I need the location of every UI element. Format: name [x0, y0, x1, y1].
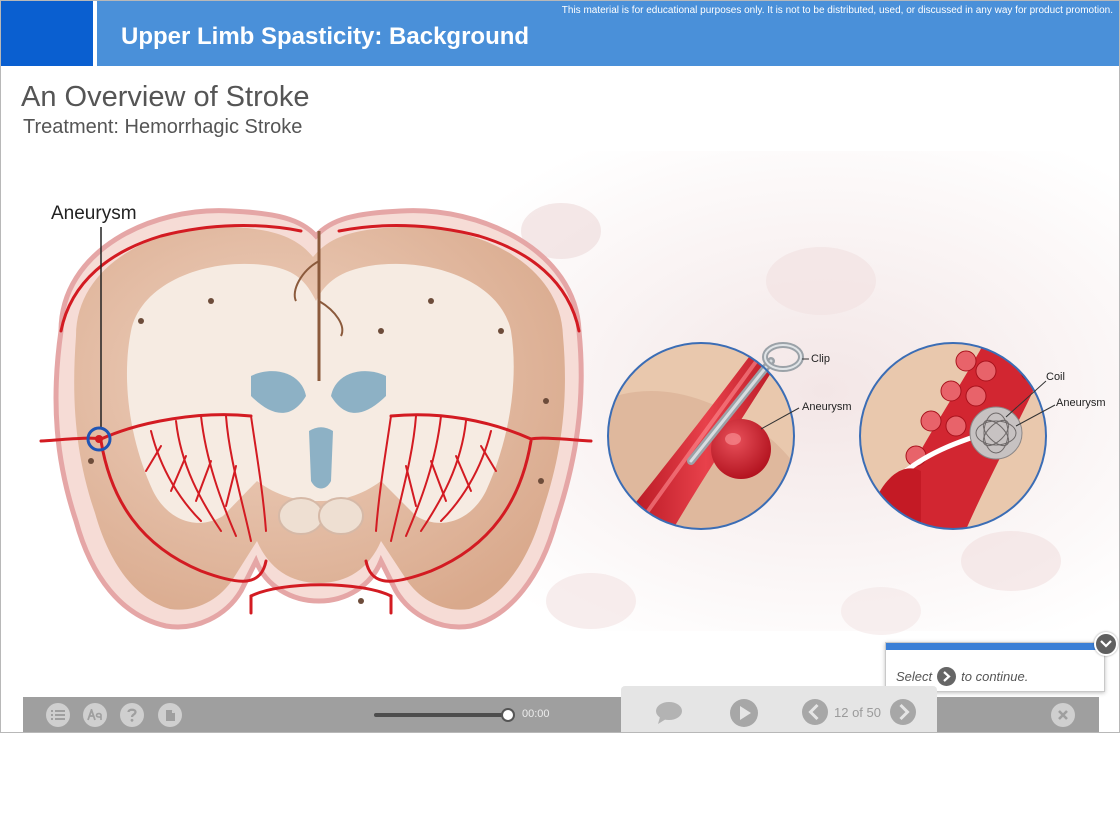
- prompt-text: Select to continue.: [896, 667, 1028, 686]
- previous-page-button[interactable]: [801, 698, 829, 726]
- progress-track[interactable]: [374, 713, 508, 717]
- player-toolbar: [23, 697, 1099, 732]
- help-icon: [127, 708, 137, 722]
- brain-aneurysm-label: Aneurysm: [51, 203, 137, 224]
- document-icon: [165, 709, 175, 721]
- clip-label: Clip: [811, 353, 830, 365]
- close-button[interactable]: [1051, 703, 1075, 727]
- stroke-illustration: [39, 151, 1119, 635]
- clip-inset-aneurysm-label: Aneurysm: [802, 401, 852, 413]
- resources-button[interactable]: [158, 703, 182, 727]
- time-label: 00:00: [522, 708, 550, 720]
- menu-button[interactable]: [46, 703, 70, 727]
- chevron-right-icon: [890, 699, 916, 725]
- chevron-down-icon: [1100, 640, 1112, 648]
- text-size-icon: [87, 709, 102, 721]
- coil-label: Coil: [1046, 371, 1065, 383]
- chevron-left-icon: [802, 699, 828, 725]
- prompt-collapse-button[interactable]: [1094, 632, 1118, 656]
- next-page-button[interactable]: [889, 698, 917, 726]
- brain-cross-section: [39, 208, 593, 630]
- close-icon: [1058, 710, 1068, 720]
- speech-bubble-icon: [656, 702, 682, 724]
- prompt-text-after: to continue.: [961, 669, 1029, 684]
- comment-button[interactable]: [654, 701, 684, 725]
- play-icon: [730, 699, 758, 727]
- help-button[interactable]: [120, 703, 144, 727]
- progress-scrubber-handle[interactable]: [501, 708, 515, 722]
- slide-frame: This material is for educational purpose…: [0, 0, 1120, 733]
- coil-inset-aneurysm-label: Aneurysm: [1056, 397, 1106, 409]
- play-button[interactable]: [729, 698, 759, 728]
- third-ventricle: [309, 427, 333, 489]
- continue-prompt: Select to continue.: [885, 642, 1105, 692]
- prompt-accent-bar: [886, 643, 1104, 650]
- prompt-text-before: Select: [896, 669, 933, 684]
- menu-icon: [51, 710, 65, 720]
- text-size-button[interactable]: [83, 703, 107, 727]
- page-counter: 12 of 50: [834, 705, 881, 720]
- inline-next-icon: [937, 667, 957, 686]
